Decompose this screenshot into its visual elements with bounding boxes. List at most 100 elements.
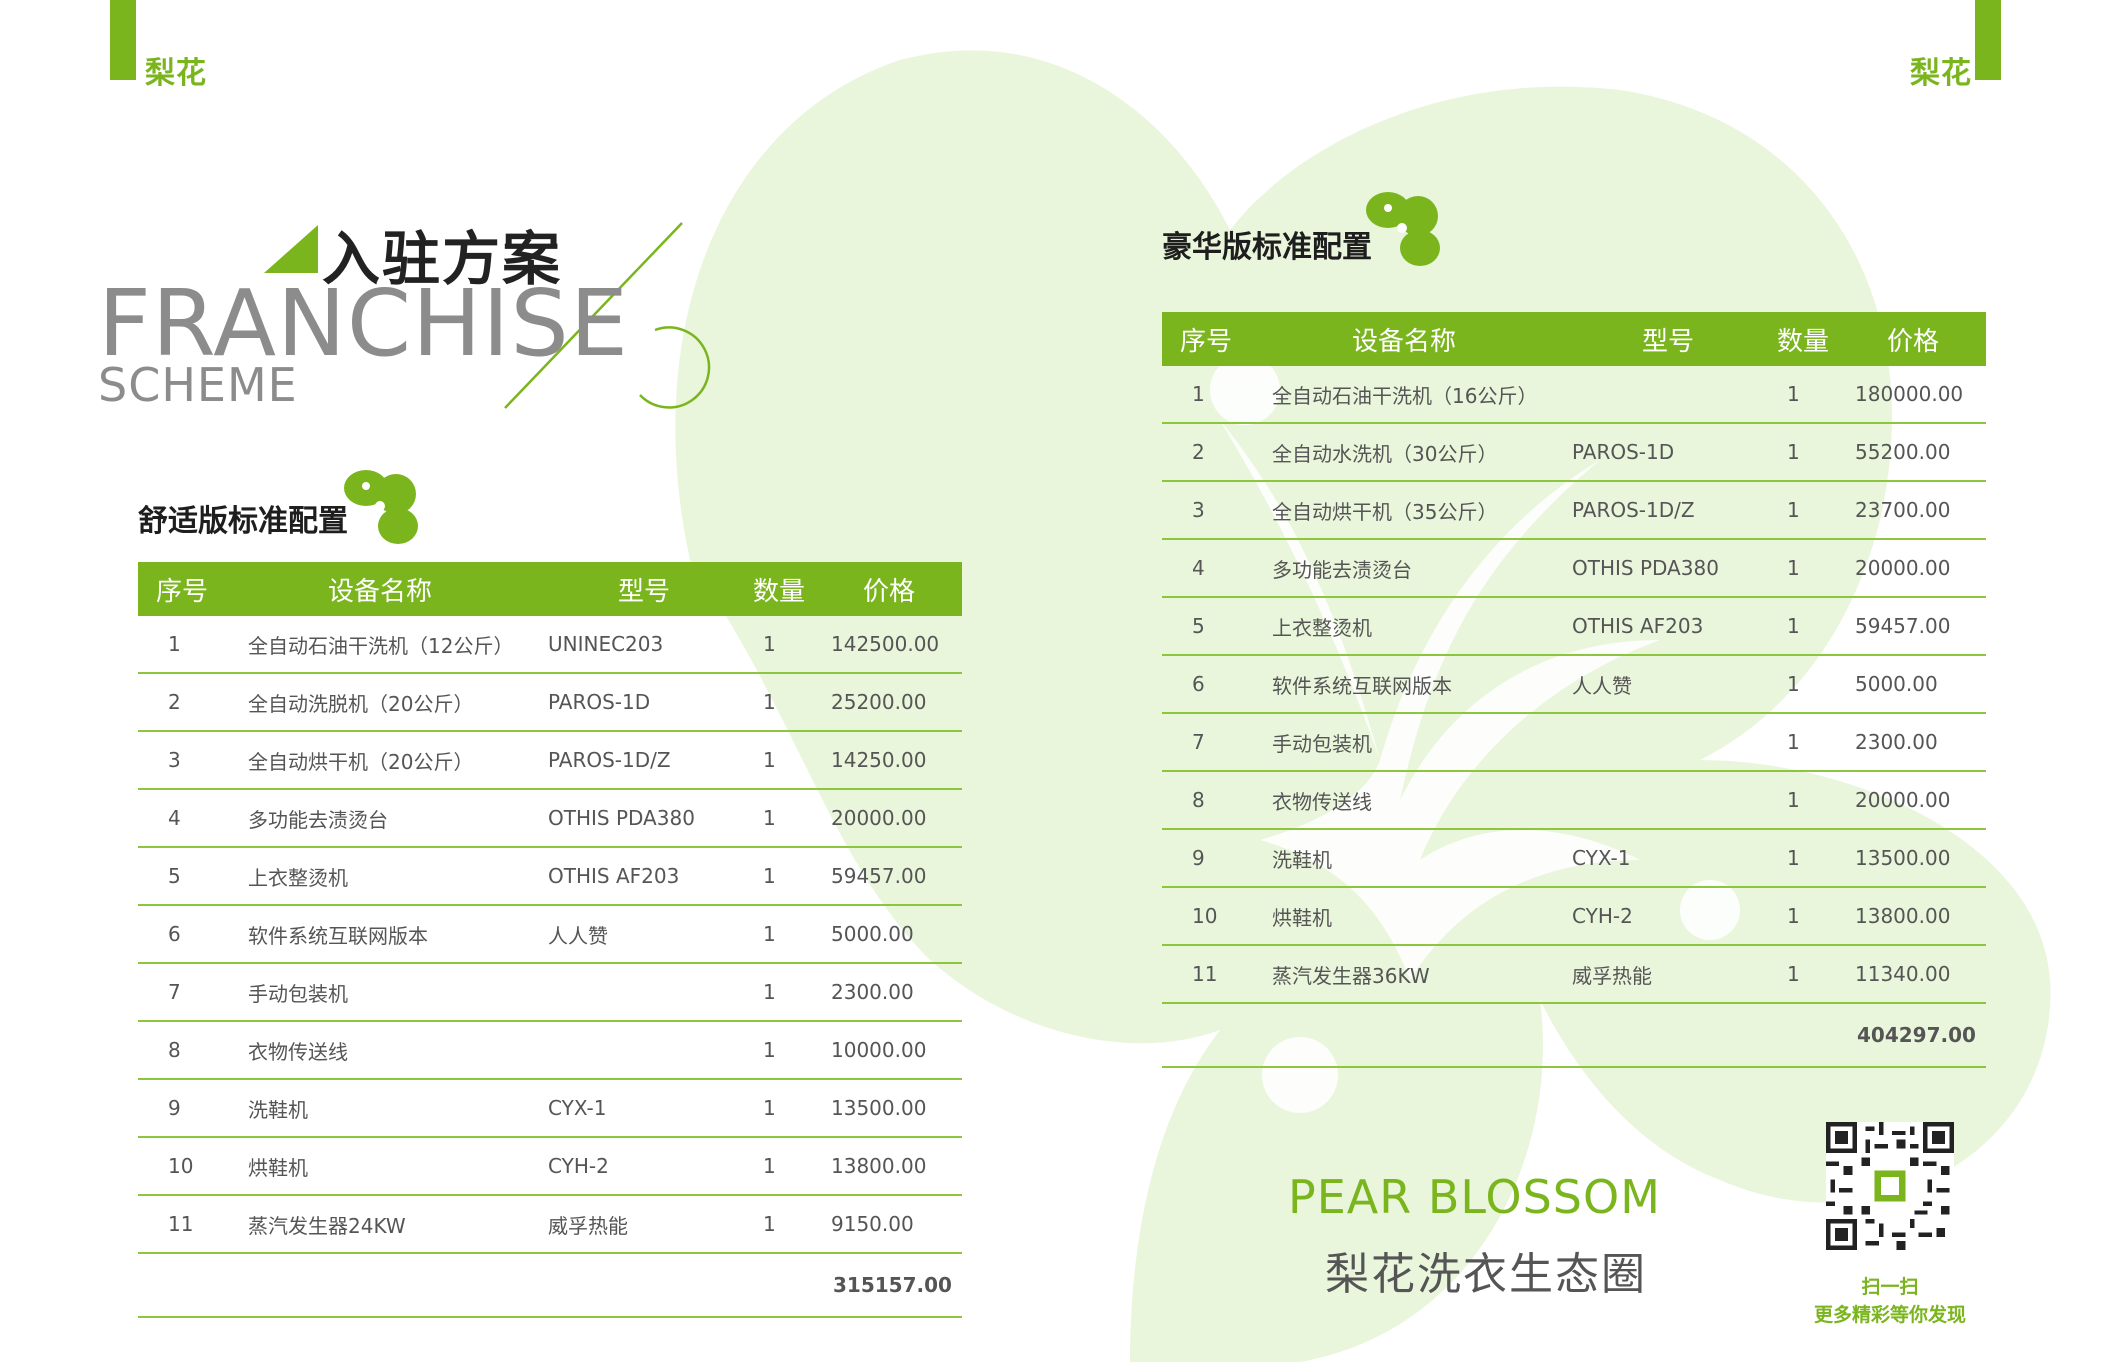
table-row: 5 上衣整烫机 OTHIS AF203 1 59457.00: [138, 847, 962, 906]
equipment-name: 烘鞋机: [248, 1137, 548, 1196]
price: 13800.00: [823, 1137, 962, 1196]
comfort-section-title: 舒适版标准配置: [138, 504, 348, 539]
model: OTHIS AF203: [548, 847, 753, 906]
brand-name-cn: 梨花洗衣生态圈: [1325, 1249, 1647, 1300]
equipment-name: 软件系统互联网版本: [248, 905, 548, 964]
model: OTHIS PDA380: [548, 789, 753, 848]
model: PAROS-1D/Z: [548, 731, 753, 790]
model: 威孚热能: [1572, 945, 1777, 1004]
equipment-name: 全自动石油干洗机（12公斤）: [248, 616, 548, 674]
model: [1572, 366, 1777, 424]
table-row: 11 蒸汽发生器24KW 威孚热能 1 9150.00: [138, 1195, 962, 1254]
row-index: 6: [1162, 655, 1272, 714]
price: 5000.00: [1847, 655, 1986, 714]
equipment-name: 多功能去渍烫台: [248, 789, 548, 848]
col-header-name: 设备名称: [1272, 312, 1572, 366]
price: 20000.00: [1847, 771, 1986, 830]
price: 10000.00: [823, 1021, 962, 1080]
price: 59457.00: [1847, 597, 1986, 656]
quantity: 1: [1777, 481, 1847, 540]
model: UNINEC203: [548, 616, 753, 674]
right-corner-bar: [1975, 0, 2001, 80]
brand-name-en: PEAR BLOSSOM: [1288, 1170, 1661, 1224]
qr-caption-1: 扫一扫: [1861, 1276, 1919, 1298]
quantity: 1: [753, 616, 823, 674]
price: 59457.00: [823, 847, 962, 906]
table-row: 5 上衣整烫机 OTHIS AF203 1 59457.00: [1162, 597, 1986, 656]
equipment-name: 全自动石油干洗机（16公斤）: [1272, 366, 1572, 424]
row-index: 5: [1162, 597, 1272, 656]
quantity: 1: [753, 673, 823, 732]
table-row: 2 全自动水洗机（30公斤） PAROS-1D 1 55200.00: [1162, 423, 1986, 482]
quantity: 1: [1777, 945, 1847, 1004]
luxury-total: 404297.00: [1847, 1003, 1986, 1068]
equipment-name: 蒸汽发生器24KW: [248, 1195, 548, 1254]
row-index: 1: [1162, 366, 1272, 424]
quantity: 1: [1777, 366, 1847, 424]
model: [1572, 771, 1777, 830]
row-index: 11: [1162, 945, 1272, 1004]
table-row: 11 蒸汽发生器36KW 威孚热能 1 11340.00: [1162, 945, 1986, 1004]
price: 2300.00: [823, 963, 962, 1022]
quantity: 1: [1777, 539, 1847, 598]
row-index: 4: [1162, 539, 1272, 598]
equipment-name: 全自动烘干机（20公斤）: [248, 731, 548, 790]
table-row: 4 多功能去渍烫台 OTHIS PDA380 1 20000.00: [1162, 539, 1986, 598]
price: 9150.00: [823, 1195, 962, 1254]
equipment-name: 衣物传送线: [248, 1021, 548, 1080]
row-index: 8: [1162, 771, 1272, 830]
col-header-price: 价格: [1847, 312, 1986, 366]
comfort-total: 315157.00: [823, 1253, 962, 1318]
table-row: 10 烘鞋机 CYH-2 1 13800.00: [1162, 887, 1986, 946]
price: 23700.00: [1847, 481, 1986, 540]
quantity: 1: [1777, 597, 1847, 656]
table-header-row: 序号 设备名称 型号 数量 价格: [1162, 312, 1986, 366]
model: [1572, 713, 1777, 772]
equipment-name: 全自动洗脱机（20公斤）: [248, 673, 548, 732]
quantity: 1: [1777, 423, 1847, 482]
row-index: 8: [138, 1021, 248, 1080]
price: 180000.00: [1847, 366, 1986, 424]
total-row: 315157.00: [138, 1253, 962, 1318]
col-header-qty: 数量: [1777, 312, 1847, 366]
price: 25200.00: [823, 673, 962, 732]
qr-code-icon: [1826, 1122, 1954, 1250]
col-header-model: 型号: [1572, 312, 1777, 366]
table-row: 9 洗鞋机 CYX-1 1 13500.00: [138, 1079, 962, 1138]
model: [548, 963, 753, 1022]
row-index: 10: [1162, 887, 1272, 946]
price: 13500.00: [823, 1079, 962, 1138]
table-row: 1 全自动石油干洗机（12公斤） UNINEC203 1 142500.00: [138, 616, 962, 674]
model: [548, 1021, 753, 1080]
quantity: 1: [1777, 887, 1847, 946]
table-row: 6 软件系统互联网版本 人人赞 1 5000.00: [1162, 655, 1986, 714]
row-index: 1: [138, 616, 248, 674]
row-index: 3: [1162, 481, 1272, 540]
row-index: 11: [138, 1195, 248, 1254]
table-row: 9 洗鞋机 CYX-1 1 13500.00: [1162, 829, 1986, 888]
table-row: 10 烘鞋机 CYH-2 1 13800.00: [138, 1137, 962, 1196]
model: PAROS-1D: [1572, 423, 1777, 482]
equipment-name: 全自动烘干机（35公斤）: [1272, 481, 1572, 540]
row-index: 2: [138, 673, 248, 732]
quantity: 1: [753, 905, 823, 964]
equipment-name: 烘鞋机: [1272, 887, 1572, 946]
table-row: 4 多功能去渍烫台 OTHIS PDA380 1 20000.00: [138, 789, 962, 848]
model: 人人赞: [548, 905, 753, 964]
quantity: 1: [753, 731, 823, 790]
table-row: 8 衣物传送线 1 10000.00: [138, 1021, 962, 1080]
equipment-name: 蒸汽发生器36KW: [1272, 945, 1572, 1004]
price: 20000.00: [823, 789, 962, 848]
col-header-model: 型号: [548, 562, 753, 616]
price: 5000.00: [823, 905, 962, 964]
table-row: 2 全自动洗脱机（20公斤） PAROS-1D 1 25200.00: [138, 673, 962, 732]
quantity: 1: [1777, 713, 1847, 772]
quantity: 1: [1777, 829, 1847, 888]
quantity: 1: [753, 963, 823, 1022]
model: PAROS-1D/Z: [1572, 481, 1777, 540]
model: PAROS-1D: [548, 673, 753, 732]
flower-icon: [344, 470, 418, 544]
table-row: 1 全自动石油干洗机（16公斤） 1 180000.00: [1162, 366, 1986, 424]
total-row: 404297.00: [1162, 1003, 1986, 1068]
page-title-en-line1: FRANCHISE: [98, 270, 629, 377]
